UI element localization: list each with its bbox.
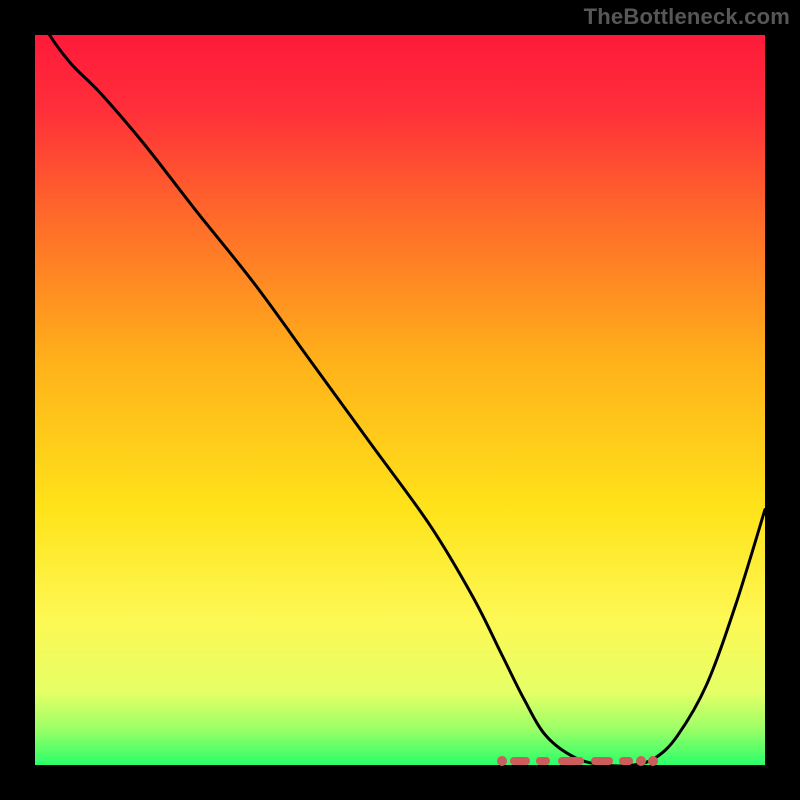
plot-area [35, 35, 765, 765]
bottleneck-curve [35, 35, 765, 765]
chart-frame: TheBottleneck.com [0, 0, 800, 800]
optimal-range-marker [502, 755, 663, 767]
watermark-text: TheBottleneck.com [584, 4, 790, 30]
